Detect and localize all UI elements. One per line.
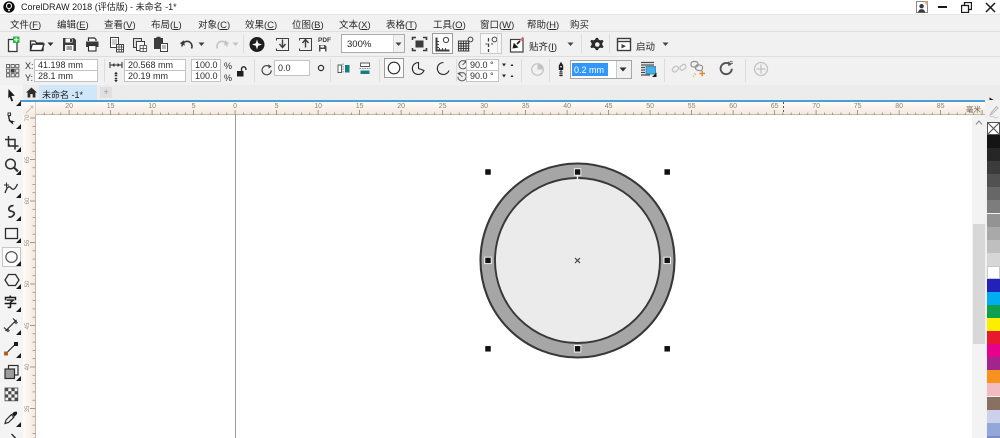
svg-text:PDF: PDF <box>318 37 331 44</box>
